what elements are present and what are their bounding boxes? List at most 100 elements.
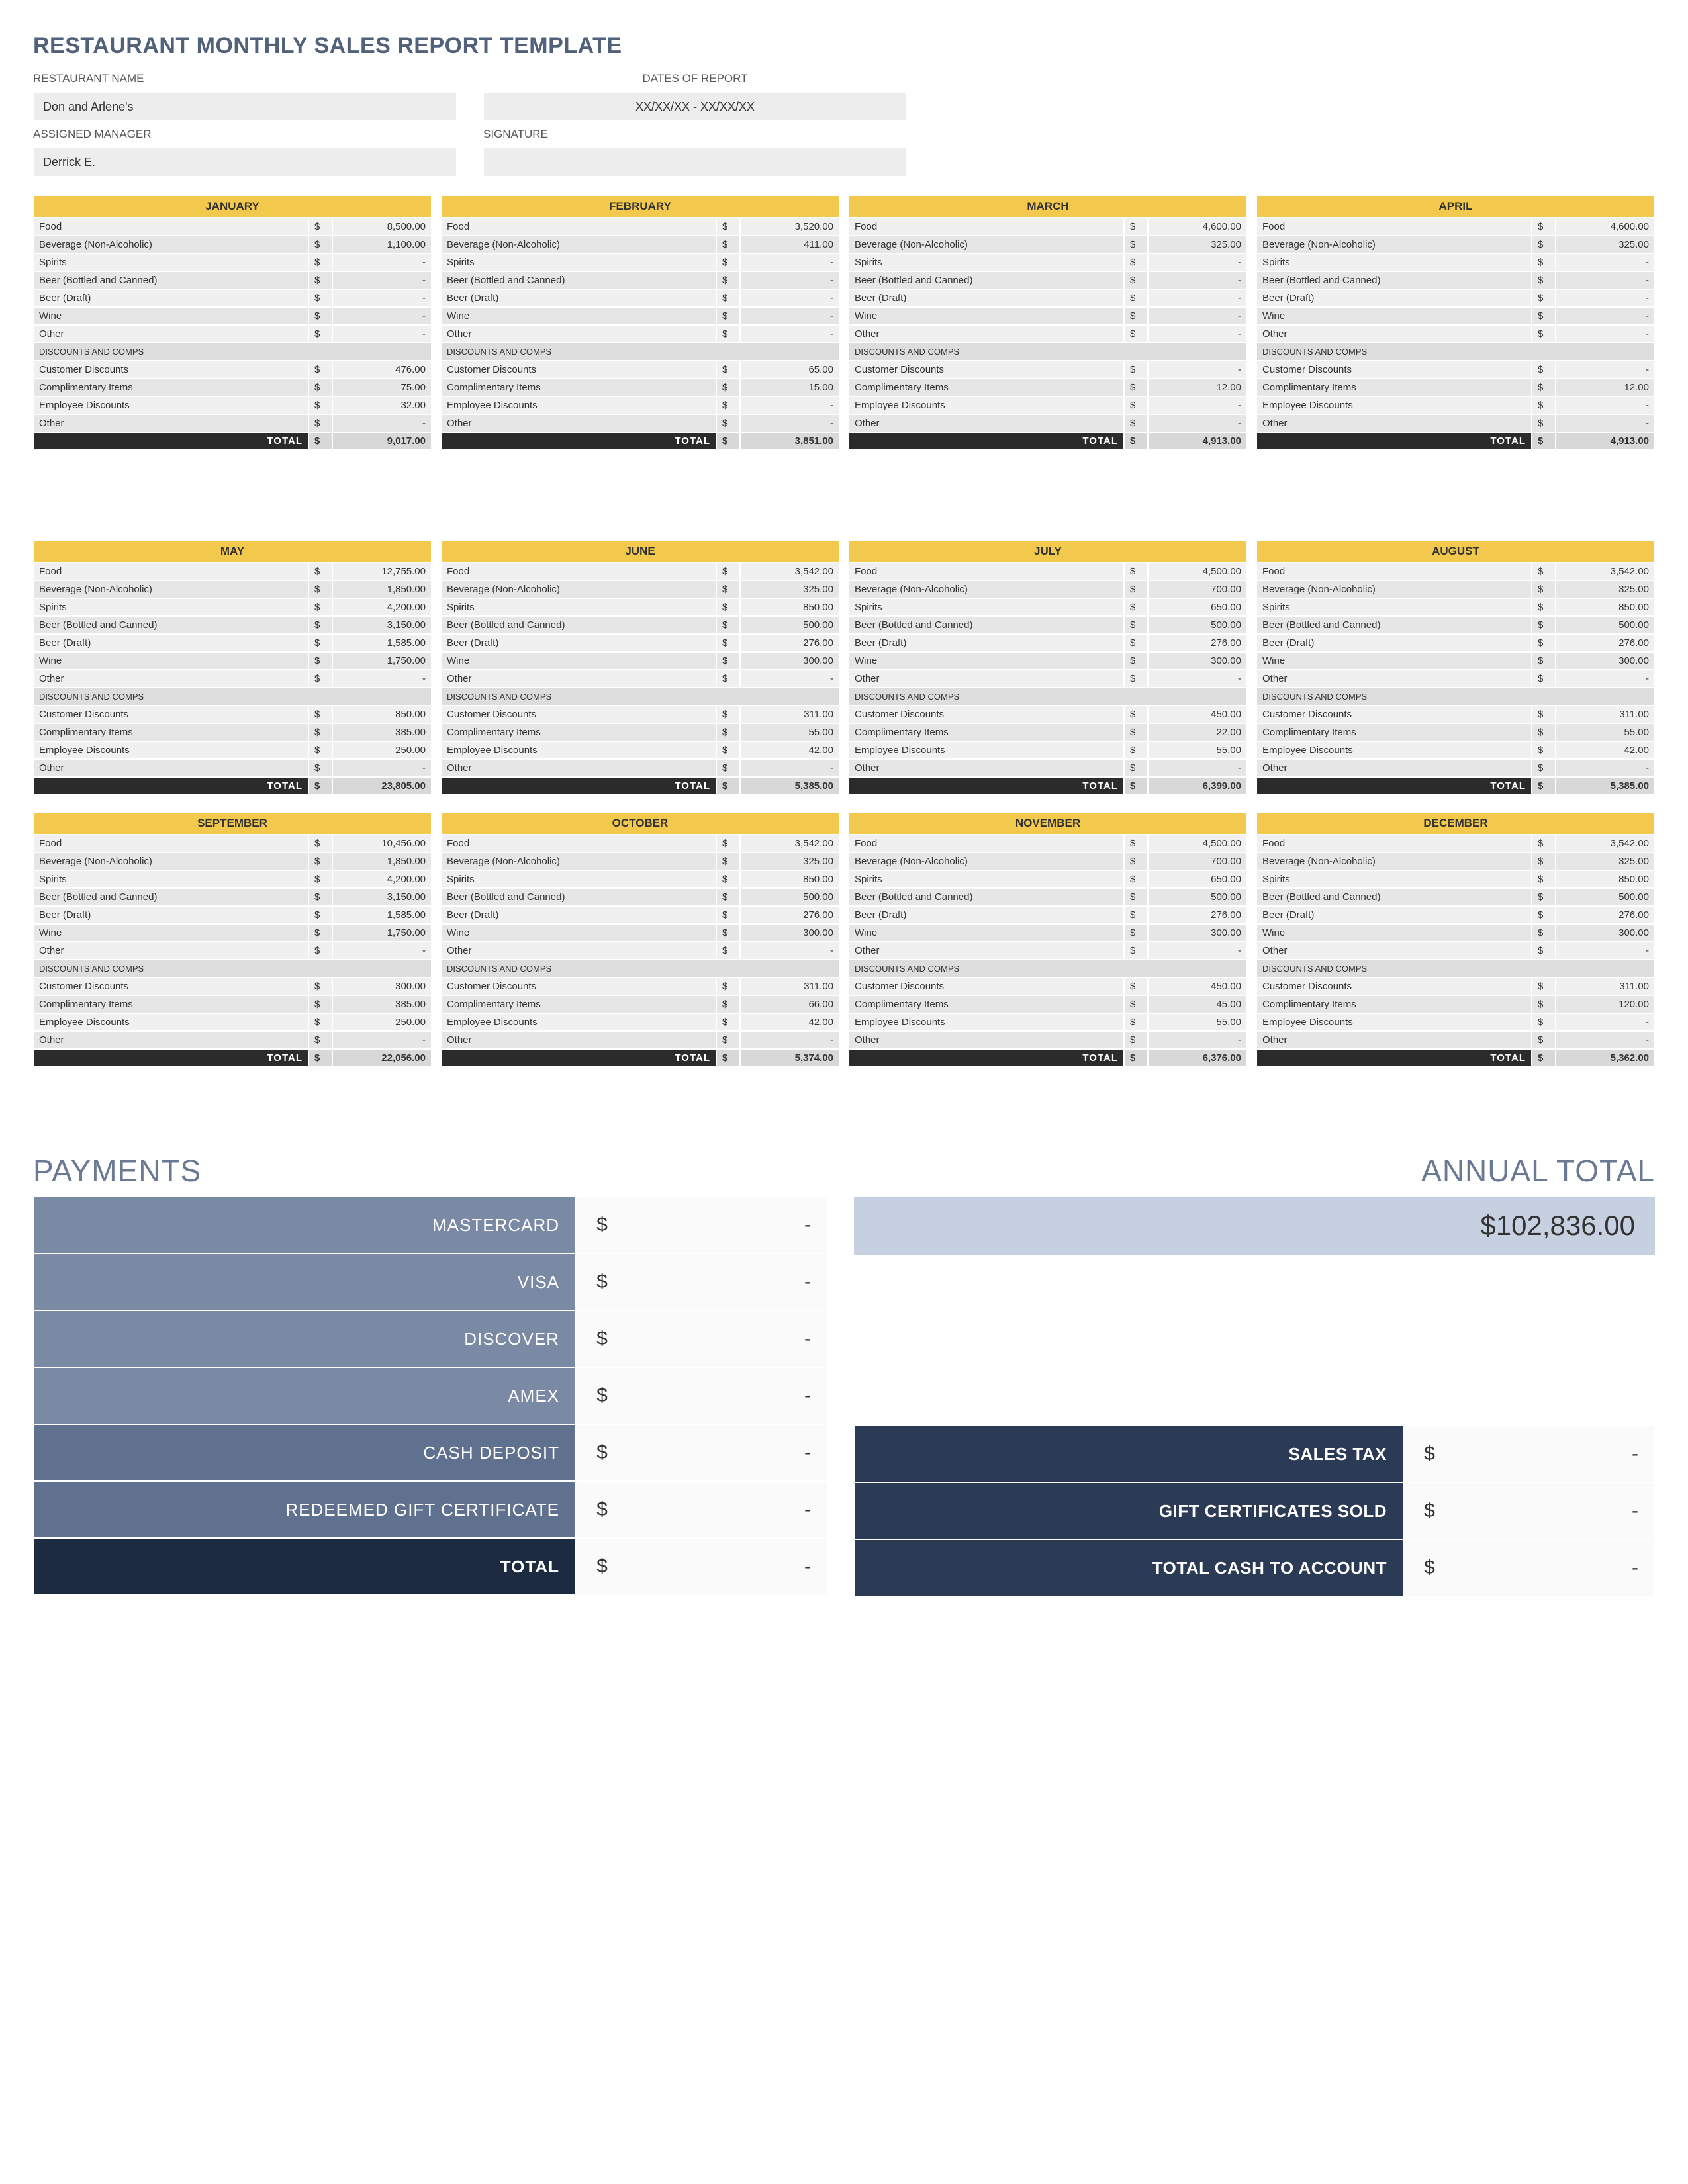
row-value[interactable]: 850.00 (1556, 598, 1655, 616)
row-value[interactable]: - (1556, 253, 1655, 271)
row-value[interactable]: - (740, 942, 839, 960)
row-value[interactable]: - (740, 307, 839, 325)
row-value[interactable]: 4,500.00 (1148, 835, 1247, 852)
row-value[interactable]: - (332, 271, 432, 289)
row-value[interactable]: 300.00 (1148, 652, 1247, 670)
row-value[interactable]: 55.00 (740, 723, 839, 741)
row-value[interactable]: 120.00 (1556, 995, 1655, 1013)
row-value[interactable]: - (1148, 361, 1247, 379)
row-value[interactable]: 55.00 (1148, 741, 1247, 759)
payment-value[interactable]: - (628, 1425, 827, 1480)
row-value[interactable]: 276.00 (1556, 906, 1655, 924)
row-value[interactable]: - (332, 942, 432, 960)
row-value[interactable]: 4,200.00 (332, 870, 432, 888)
row-value[interactable]: - (1148, 253, 1247, 271)
row-value[interactable]: - (1556, 759, 1655, 777)
row-value[interactable]: 650.00 (1148, 598, 1247, 616)
row-value[interactable]: 850.00 (332, 705, 432, 723)
row-value[interactable]: 32.00 (332, 396, 432, 414)
row-value[interactable]: - (1148, 289, 1247, 307)
row-value[interactable]: 75.00 (332, 379, 432, 396)
row-value[interactable]: 500.00 (1556, 616, 1655, 634)
row-value[interactable]: 500.00 (1148, 888, 1247, 906)
row-value[interactable]: - (740, 271, 839, 289)
row-value[interactable]: 385.00 (332, 995, 432, 1013)
row-value[interactable]: 325.00 (1556, 236, 1655, 253)
row-value[interactable]: 311.00 (1556, 705, 1655, 723)
row-value[interactable]: - (740, 414, 839, 432)
row-value[interactable]: 325.00 (740, 852, 839, 870)
row-value[interactable]: 3,542.00 (1556, 835, 1655, 852)
row-value[interactable]: 276.00 (740, 906, 839, 924)
row-value[interactable]: 276.00 (1556, 634, 1655, 652)
row-value[interactable]: - (740, 1031, 839, 1049)
row-value[interactable]: - (332, 289, 432, 307)
input-restaurant-name[interactable]: Don and Arlene's (33, 92, 457, 121)
row-value[interactable]: 3,542.00 (740, 835, 839, 852)
payment-value[interactable]: - (628, 1482, 827, 1537)
row-value[interactable]: 250.00 (332, 1013, 432, 1031)
row-value[interactable]: 276.00 (1148, 634, 1247, 652)
row-value[interactable]: 8,500.00 (332, 218, 432, 236)
row-value[interactable]: - (1148, 1031, 1247, 1049)
row-value[interactable]: 66.00 (740, 995, 839, 1013)
row-value[interactable]: 4,200.00 (332, 598, 432, 616)
summary-value[interactable]: - (1456, 1426, 1654, 1482)
input-assigned-manager[interactable]: Derrick E. (33, 148, 457, 177)
row-value[interactable]: 325.00 (740, 580, 839, 598)
row-value[interactable]: 500.00 (740, 888, 839, 906)
row-value[interactable]: 3,542.00 (1556, 563, 1655, 580)
row-value[interactable]: 1,750.00 (332, 652, 432, 670)
input-dates-of-report[interactable]: XX/XX/XX - XX/XX/XX (483, 92, 907, 121)
row-value[interactable]: - (1556, 670, 1655, 688)
row-value[interactable]: - (740, 670, 839, 688)
row-value[interactable]: 650.00 (1148, 870, 1247, 888)
row-value[interactable]: - (740, 396, 839, 414)
payment-value[interactable]: - (628, 1197, 827, 1253)
row-value[interactable]: 300.00 (740, 652, 839, 670)
row-value[interactable]: 12.00 (1556, 379, 1655, 396)
row-value[interactable]: 4,600.00 (1556, 218, 1655, 236)
row-value[interactable]: 42.00 (740, 1013, 839, 1031)
row-value[interactable]: - (1148, 271, 1247, 289)
row-value[interactable]: 42.00 (740, 741, 839, 759)
row-value[interactable]: 500.00 (1148, 616, 1247, 634)
row-value[interactable]: - (740, 253, 839, 271)
row-value[interactable]: - (1556, 361, 1655, 379)
row-value[interactable]: - (1556, 396, 1655, 414)
row-value[interactable]: 10,456.00 (332, 835, 432, 852)
row-value[interactable]: 385.00 (332, 723, 432, 741)
row-value[interactable]: - (332, 253, 432, 271)
row-value[interactable]: 3,520.00 (740, 218, 839, 236)
row-value[interactable]: 55.00 (1148, 1013, 1247, 1031)
row-value[interactable]: 42.00 (1556, 741, 1655, 759)
row-value[interactable]: 4,600.00 (1148, 218, 1247, 236)
row-value[interactable]: 476.00 (332, 361, 432, 379)
row-value[interactable]: 325.00 (1556, 580, 1655, 598)
row-value[interactable]: - (1148, 414, 1247, 432)
row-value[interactable]: - (1556, 289, 1655, 307)
row-value[interactable]: 300.00 (1556, 652, 1655, 670)
row-value[interactable]: 1,850.00 (332, 580, 432, 598)
row-value[interactable]: 3,150.00 (332, 888, 432, 906)
row-value[interactable]: 850.00 (1556, 870, 1655, 888)
summary-value[interactable]: - (1456, 1540, 1654, 1596)
row-value[interactable]: 276.00 (740, 634, 839, 652)
row-value[interactable]: 850.00 (740, 598, 839, 616)
row-value[interactable]: - (1148, 759, 1247, 777)
summary-value[interactable]: - (1456, 1483, 1654, 1539)
row-value[interactable]: - (332, 759, 432, 777)
row-value[interactable]: - (1148, 942, 1247, 960)
row-value[interactable]: 65.00 (740, 361, 839, 379)
row-value[interactable]: 1,585.00 (332, 906, 432, 924)
row-value[interactable]: 311.00 (740, 705, 839, 723)
row-value[interactable]: - (740, 759, 839, 777)
row-value[interactable]: 411.00 (740, 236, 839, 253)
row-value[interactable]: 12.00 (1148, 379, 1247, 396)
row-value[interactable]: 325.00 (1148, 236, 1247, 253)
row-value[interactable]: 300.00 (740, 924, 839, 942)
row-value[interactable]: - (332, 1031, 432, 1049)
row-value[interactable]: - (332, 670, 432, 688)
row-value[interactable]: - (1556, 1013, 1655, 1031)
row-value[interactable]: 500.00 (740, 616, 839, 634)
